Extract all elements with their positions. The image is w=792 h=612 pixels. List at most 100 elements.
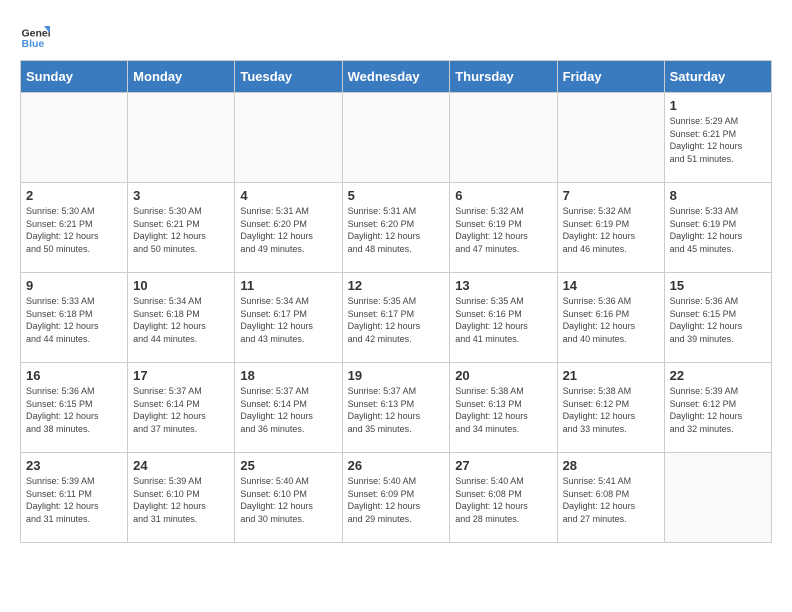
day-number: 14 (563, 278, 659, 293)
day-info: Sunrise: 5:31 AM Sunset: 6:20 PM Dayligh… (348, 205, 445, 255)
day-info: Sunrise: 5:34 AM Sunset: 6:17 PM Dayligh… (240, 295, 336, 345)
day-number: 6 (455, 188, 551, 203)
day-number: 23 (26, 458, 122, 473)
column-header-monday: Monday (128, 61, 235, 93)
day-info: Sunrise: 5:39 AM Sunset: 6:11 PM Dayligh… (26, 475, 122, 525)
calendar-cell: 10 Sunrise: 5:34 AM Sunset: 6:18 PM Dayli… (128, 273, 235, 363)
day-info: Sunrise: 5:40 AM Sunset: 6:10 PM Dayligh… (240, 475, 336, 525)
day-number: 8 (670, 188, 766, 203)
calendar-week-2: 9 Sunrise: 5:33 AM Sunset: 6:18 PM Daylig… (21, 273, 772, 363)
day-number: 12 (348, 278, 445, 293)
day-number: 16 (26, 368, 122, 383)
day-number: 10 (133, 278, 229, 293)
day-info: Sunrise: 5:36 AM Sunset: 6:15 PM Dayligh… (26, 385, 122, 435)
day-info: Sunrise: 5:36 AM Sunset: 6:15 PM Dayligh… (670, 295, 766, 345)
column-header-saturday: Saturday (664, 61, 771, 93)
calendar-cell (557, 93, 664, 183)
calendar-cell: 26 Sunrise: 5:40 AM Sunset: 6:09 PM Dayli… (342, 453, 450, 543)
column-header-tuesday: Tuesday (235, 61, 342, 93)
day-info: Sunrise: 5:39 AM Sunset: 6:10 PM Dayligh… (133, 475, 229, 525)
day-number: 3 (133, 188, 229, 203)
day-number: 11 (240, 278, 336, 293)
calendar-cell: 8 Sunrise: 5:33 AM Sunset: 6:19 PM Daylig… (664, 183, 771, 273)
calendar-cell (342, 93, 450, 183)
day-number: 26 (348, 458, 445, 473)
day-number: 28 (563, 458, 659, 473)
calendar-week-3: 16 Sunrise: 5:36 AM Sunset: 6:15 PM Dayli… (21, 363, 772, 453)
calendar-cell: 16 Sunrise: 5:36 AM Sunset: 6:15 PM Dayli… (21, 363, 128, 453)
day-number: 7 (563, 188, 659, 203)
calendar-cell: 25 Sunrise: 5:40 AM Sunset: 6:10 PM Dayli… (235, 453, 342, 543)
svg-text:Blue: Blue (22, 38, 45, 50)
day-number: 22 (670, 368, 766, 383)
calendar-cell: 5 Sunrise: 5:31 AM Sunset: 6:20 PM Daylig… (342, 183, 450, 273)
column-header-thursday: Thursday (450, 61, 557, 93)
day-info: Sunrise: 5:40 AM Sunset: 6:08 PM Dayligh… (455, 475, 551, 525)
calendar-week-1: 2 Sunrise: 5:30 AM Sunset: 6:21 PM Daylig… (21, 183, 772, 273)
day-info: Sunrise: 5:30 AM Sunset: 6:21 PM Dayligh… (26, 205, 122, 255)
day-info: Sunrise: 5:38 AM Sunset: 6:13 PM Dayligh… (455, 385, 551, 435)
calendar-cell: 19Sunrise: 5:37 AM Sunset: 6:13 PM Dayli… (342, 363, 450, 453)
day-info: Sunrise: 5:37 AM Sunset: 6:14 PM Dayligh… (133, 385, 229, 435)
day-number: 18 (240, 368, 336, 383)
calendar-cell: 11 Sunrise: 5:34 AM Sunset: 6:17 PM Dayli… (235, 273, 342, 363)
day-number: 17 (133, 368, 229, 383)
calendar-cell: 22 Sunrise: 5:39 AM Sunset: 6:12 PM Dayli… (664, 363, 771, 453)
day-info: Sunrise: 5:33 AM Sunset: 6:19 PM Dayligh… (670, 205, 766, 255)
day-info: Sunrise: 5:29 AM Sunset: 6:21 PM Dayligh… (670, 115, 766, 165)
day-info: Sunrise: 5:34 AM Sunset: 6:18 PM Dayligh… (133, 295, 229, 345)
calendar-week-0: 1 Sunrise: 5:29 AM Sunset: 6:21 PM Daylig… (21, 93, 772, 183)
calendar-cell: 21 Sunrise: 5:38 AM Sunset: 6:12 PM Dayli… (557, 363, 664, 453)
day-info: Sunrise: 5:33 AM Sunset: 6:18 PM Dayligh… (26, 295, 122, 345)
day-info: Sunrise: 5:30 AM Sunset: 6:21 PM Dayligh… (133, 205, 229, 255)
calendar-cell: 24 Sunrise: 5:39 AM Sunset: 6:10 PM Dayli… (128, 453, 235, 543)
day-number: 4 (240, 188, 336, 203)
calendar-cell (21, 93, 128, 183)
calendar-cell (664, 453, 771, 543)
calendar-cell: 14Sunrise: 5:36 AM Sunset: 6:16 PM Dayli… (557, 273, 664, 363)
day-number: 24 (133, 458, 229, 473)
calendar-cell: 20 Sunrise: 5:38 AM Sunset: 6:13 PM Dayli… (450, 363, 557, 453)
calendar-cell: 12 Sunrise: 5:35 AM Sunset: 6:17 PM Dayli… (342, 273, 450, 363)
day-number: 21 (563, 368, 659, 383)
calendar-cell (450, 93, 557, 183)
calendar-cell: 17 Sunrise: 5:37 AM Sunset: 6:14 PM Dayli… (128, 363, 235, 453)
day-number: 25 (240, 458, 336, 473)
day-info: Sunrise: 5:35 AM Sunset: 6:17 PM Dayligh… (348, 295, 445, 345)
calendar-cell: 7Sunrise: 5:32 AM Sunset: 6:19 PM Daylig… (557, 183, 664, 273)
day-info: Sunrise: 5:40 AM Sunset: 6:09 PM Dayligh… (348, 475, 445, 525)
calendar-cell: 1 Sunrise: 5:29 AM Sunset: 6:21 PM Daylig… (664, 93, 771, 183)
calendar-cell: 13 Sunrise: 5:35 AM Sunset: 6:16 PM Dayli… (450, 273, 557, 363)
day-info: Sunrise: 5:39 AM Sunset: 6:12 PM Dayligh… (670, 385, 766, 435)
day-info: Sunrise: 5:37 AM Sunset: 6:14 PM Dayligh… (240, 385, 336, 435)
column-header-sunday: Sunday (21, 61, 128, 93)
calendar-table: SundayMondayTuesdayWednesdayThursdayFrid… (20, 60, 772, 543)
calendar-cell: 3 Sunrise: 5:30 AM Sunset: 6:21 PM Daylig… (128, 183, 235, 273)
day-number: 20 (455, 368, 551, 383)
calendar-cell (235, 93, 342, 183)
day-number: 9 (26, 278, 122, 293)
day-number: 13 (455, 278, 551, 293)
calendar-cell: 6 Sunrise: 5:32 AM Sunset: 6:19 PM Daylig… (450, 183, 557, 273)
calendar-cell: 15 Sunrise: 5:36 AM Sunset: 6:15 PM Dayli… (664, 273, 771, 363)
calendar-cell: 23 Sunrise: 5:39 AM Sunset: 6:11 PM Dayli… (21, 453, 128, 543)
day-number: 15 (670, 278, 766, 293)
logo-icon: General Blue (20, 20, 50, 50)
column-header-friday: Friday (557, 61, 664, 93)
day-number: 1 (670, 98, 766, 113)
day-number: 2 (26, 188, 122, 203)
logo: General Blue (20, 20, 54, 50)
day-number: 27 (455, 458, 551, 473)
day-number: 19 (348, 368, 445, 383)
calendar-cell: 2 Sunrise: 5:30 AM Sunset: 6:21 PM Daylig… (21, 183, 128, 273)
day-info: Sunrise: 5:31 AM Sunset: 6:20 PM Dayligh… (240, 205, 336, 255)
day-info: Sunrise: 5:32 AM Sunset: 6:19 PM Dayligh… (455, 205, 551, 255)
day-number: 5 (348, 188, 445, 203)
calendar-cell: 4 Sunrise: 5:31 AM Sunset: 6:20 PM Daylig… (235, 183, 342, 273)
column-header-wednesday: Wednesday (342, 61, 450, 93)
calendar-header-row: SundayMondayTuesdayWednesdayThursdayFrid… (21, 61, 772, 93)
calendar-week-4: 23 Sunrise: 5:39 AM Sunset: 6:11 PM Dayli… (21, 453, 772, 543)
day-info: Sunrise: 5:35 AM Sunset: 6:16 PM Dayligh… (455, 295, 551, 345)
day-info: Sunrise: 5:38 AM Sunset: 6:12 PM Dayligh… (563, 385, 659, 435)
calendar-cell (128, 93, 235, 183)
